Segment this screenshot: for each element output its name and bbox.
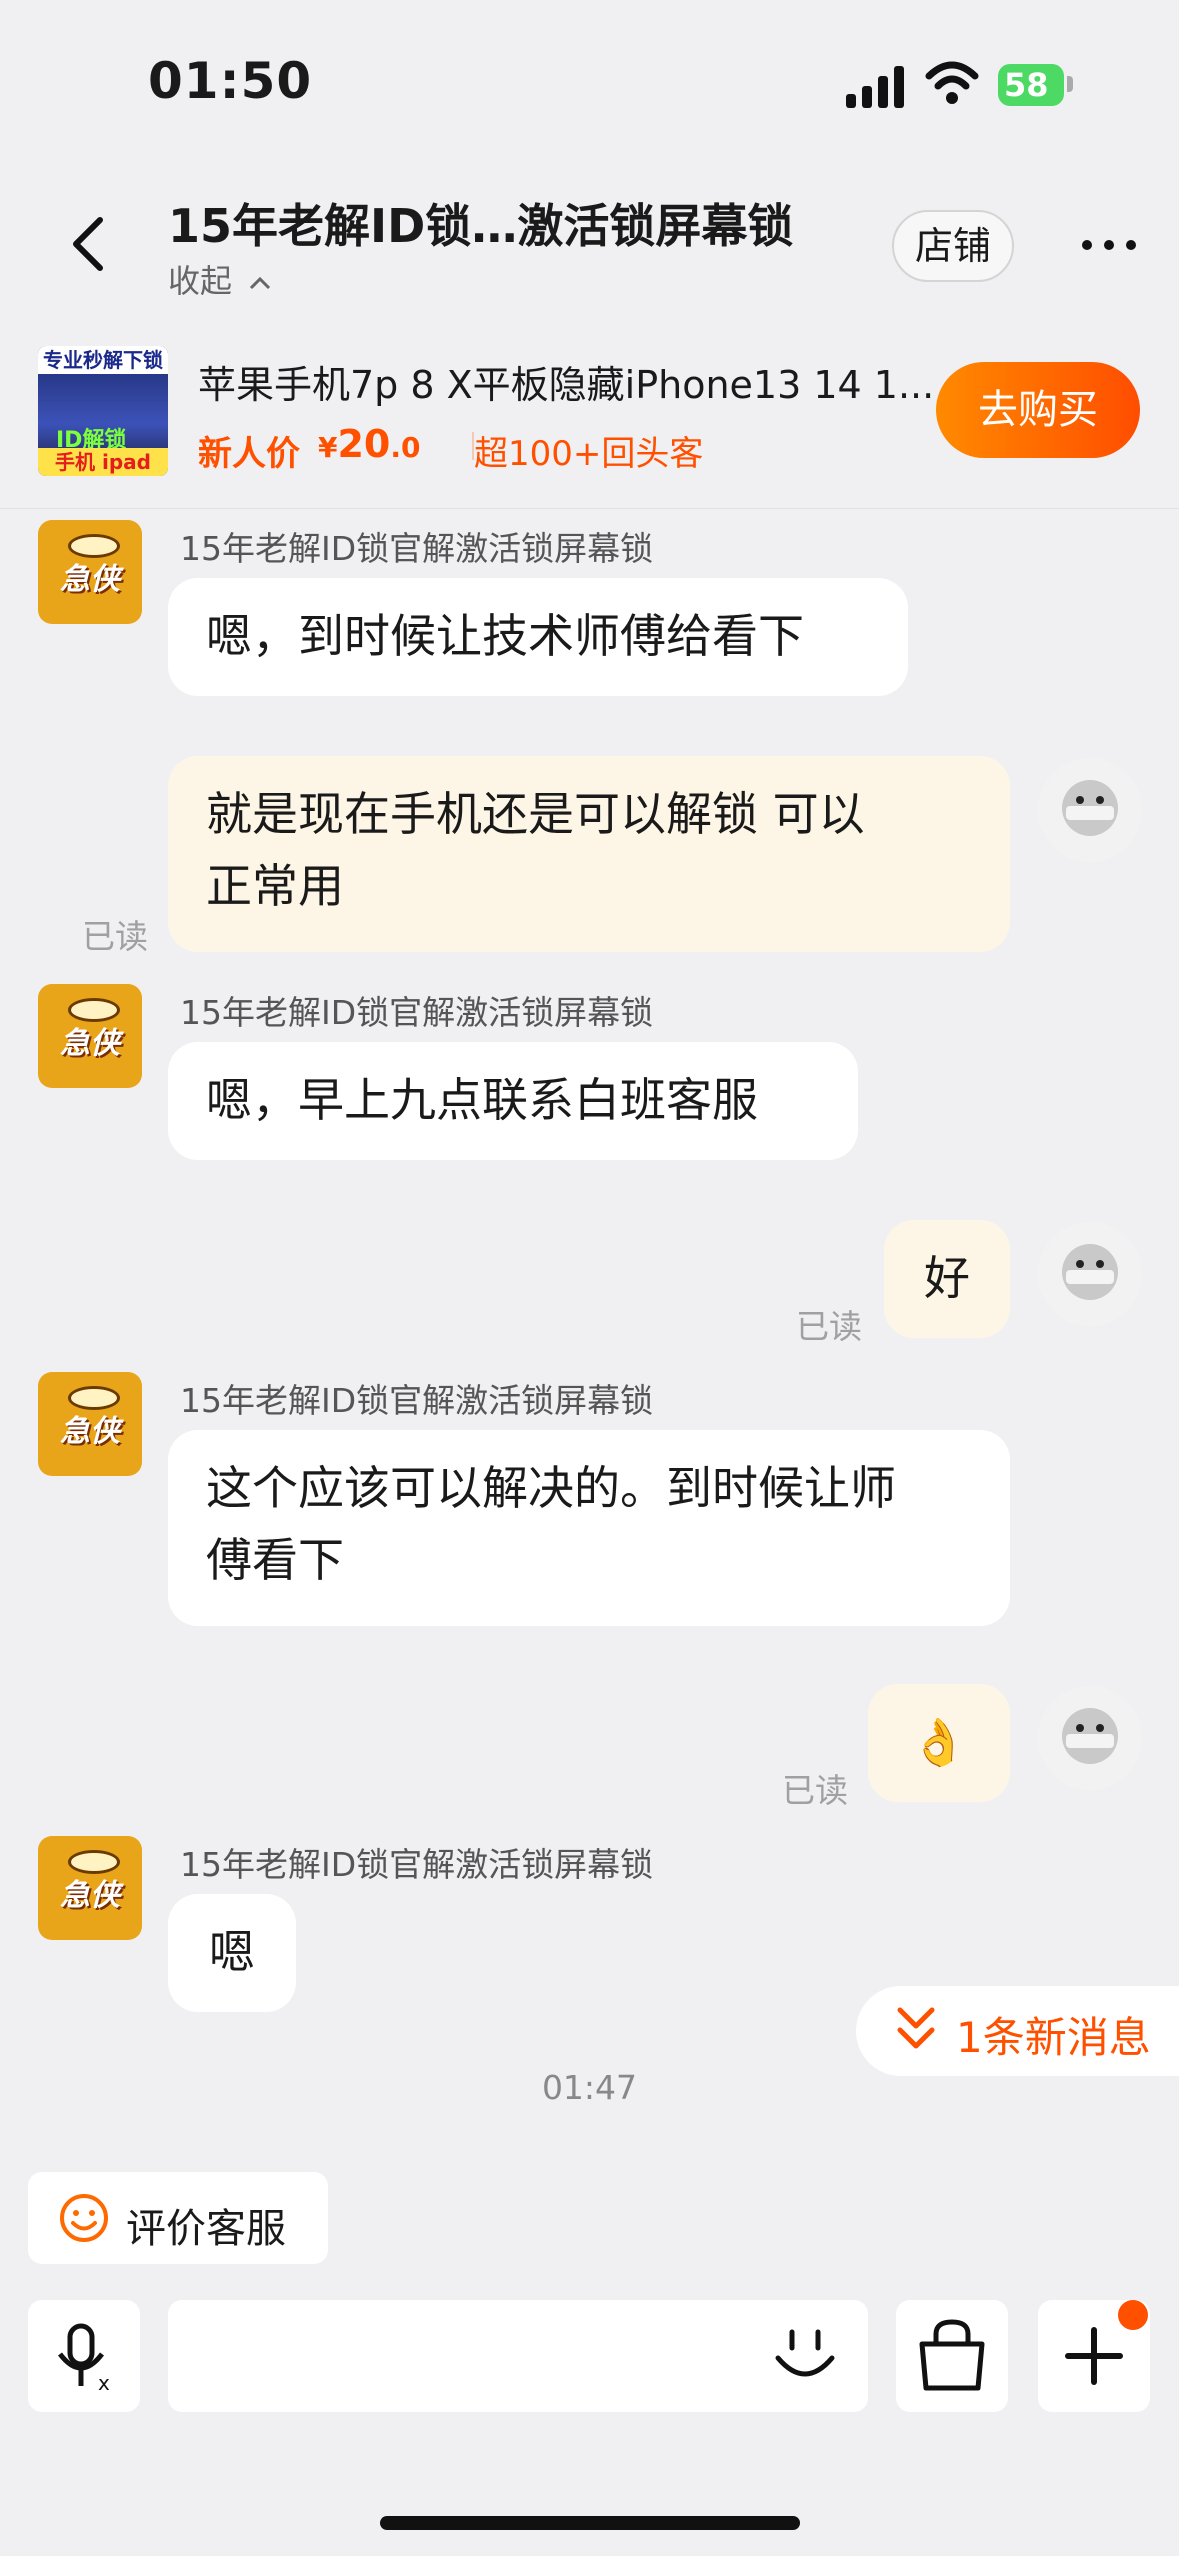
thumbnail-text-top: 专业秒解下锁 <box>38 346 168 374</box>
avatar-eye <box>1096 796 1104 804</box>
shop-avatar[interactable]: 急侠 <box>38 520 142 624</box>
user-avatar[interactable] <box>1038 1222 1142 1326</box>
outgoing-message[interactable]: 就是现在手机还是可以解锁 可以 正常用 <box>168 756 1010 952</box>
avatar-eye <box>1076 796 1084 804</box>
cellular-signal-icon <box>846 64 904 108</box>
chevron-up-icon <box>250 276 271 290</box>
outgoing-message[interactable]: 好 <box>884 1220 1010 1338</box>
shopping-bag-icon <box>919 2319 985 2391</box>
product-thumbnail[interactable]: 专业秒解下锁 ID解锁 手机 ipad <box>38 346 168 476</box>
price-integer: 20 <box>337 422 391 466</box>
buy-button[interactable]: 去购买 <box>936 362 1140 458</box>
sender-name: 15年老解ID锁官解激活锁屏幕锁 <box>180 529 654 568</box>
back-icon[interactable] <box>64 214 114 274</box>
double-chevron-down-icon <box>897 2007 935 2049</box>
home-indicator[interactable] <box>380 2516 800 2530</box>
user-avatar[interactable] <box>1038 1686 1142 1790</box>
voice-button[interactable]: x <box>28 2300 140 2412</box>
read-status: 已读 <box>82 917 148 956</box>
read-status: 已读 <box>782 1771 848 1810</box>
shopping-bag-button[interactable] <box>896 2300 1008 2412</box>
emoji-icon[interactable] <box>770 2324 840 2388</box>
rate-agent-label: 评价客服 <box>126 2206 286 2252</box>
shop-avatar[interactable]: 急侠 <box>38 984 142 1088</box>
sender-name: 15年老解ID锁官解激活锁屏幕锁 <box>180 1845 654 1884</box>
outgoing-message[interactable]: 👌 <box>868 1684 1010 1802</box>
price-label: 新人价 <box>198 434 300 474</box>
status-time: 01:50 <box>148 52 313 110</box>
user-avatar[interactable] <box>1038 758 1142 862</box>
new-messages-label: 1条新消息 <box>956 2013 1151 2062</box>
avatar-mask <box>1066 1734 1114 1748</box>
battery-nub <box>1067 76 1073 92</box>
message-line: 就是现在手机还是可以解锁 可以 <box>206 787 865 841</box>
shop-logo-text: 急侠 <box>60 562 120 597</box>
thumbnail-text-bottom: 手机 ipad <box>38 448 168 476</box>
price-decimal: .0 <box>390 431 421 464</box>
product-name: 苹果手机7p 8 X平板隐藏iPhone13 14 1... <box>198 363 935 407</box>
wifi-icon <box>925 61 979 104</box>
shop-logo-text: 急侠 <box>60 1026 120 1061</box>
read-status: 已读 <box>796 1307 862 1346</box>
shop-avatar[interactable]: 急侠 <box>38 1836 142 1940</box>
avatar-mask <box>1066 806 1114 820</box>
shop-logo-text: 急侠 <box>60 1414 120 1449</box>
message-line: 正常用 <box>206 859 344 913</box>
incoming-message[interactable]: 嗯，早上九点联系白班客服 <box>168 1042 858 1160</box>
avatar-eye <box>1096 1724 1104 1732</box>
incoming-message[interactable]: 这个应该可以解决的。到时候让师 傅看下 <box>168 1430 1010 1626</box>
chat-title: 15年老解ID锁…激活锁屏幕锁 <box>168 199 794 253</box>
message-input[interactable] <box>168 2300 868 2412</box>
avatar-mask <box>1066 1270 1114 1284</box>
sender-name: 15年老解ID锁官解激活锁屏幕锁 <box>180 1381 654 1420</box>
message-line: 傅看下 <box>206 1533 344 1587</box>
microphone-icon: x <box>58 2323 110 2395</box>
collapse-toggle[interactable]: 收起 <box>168 256 272 302</box>
message-timestamp: 01:47 <box>541 2068 638 2107</box>
battery-icon: 58 <box>998 64 1064 106</box>
more-icon[interactable] <box>1082 240 1138 250</box>
avatar-eye <box>1096 1260 1104 1268</box>
svg-text:x: x <box>98 2371 110 2395</box>
shop-logo-text: 急侠 <box>60 1878 120 1913</box>
notification-dot <box>1118 2300 1148 2330</box>
price-symbol: ¥ <box>318 431 338 464</box>
incoming-message[interactable]: 嗯，到时候让技术师傅给看下 <box>168 578 908 696</box>
message-line: 这个应该可以解决的。到时候让师 <box>206 1461 896 1515</box>
avatar-eye <box>1076 1724 1084 1732</box>
collapse-label: 收起 <box>168 262 233 300</box>
smiley-icon <box>60 2194 108 2242</box>
avatar-eye <box>1076 1260 1084 1268</box>
repeat-customers-label: 超100+回头客 <box>474 434 704 474</box>
shop-avatar[interactable]: 急侠 <box>38 1372 142 1476</box>
store-button[interactable]: 店铺 <box>892 210 1014 282</box>
sender-name: 15年老解ID锁官解激活锁屏幕锁 <box>180 993 654 1032</box>
incoming-message[interactable]: 嗯 <box>168 1894 296 2012</box>
product-price: ¥20.0 <box>318 422 421 466</box>
